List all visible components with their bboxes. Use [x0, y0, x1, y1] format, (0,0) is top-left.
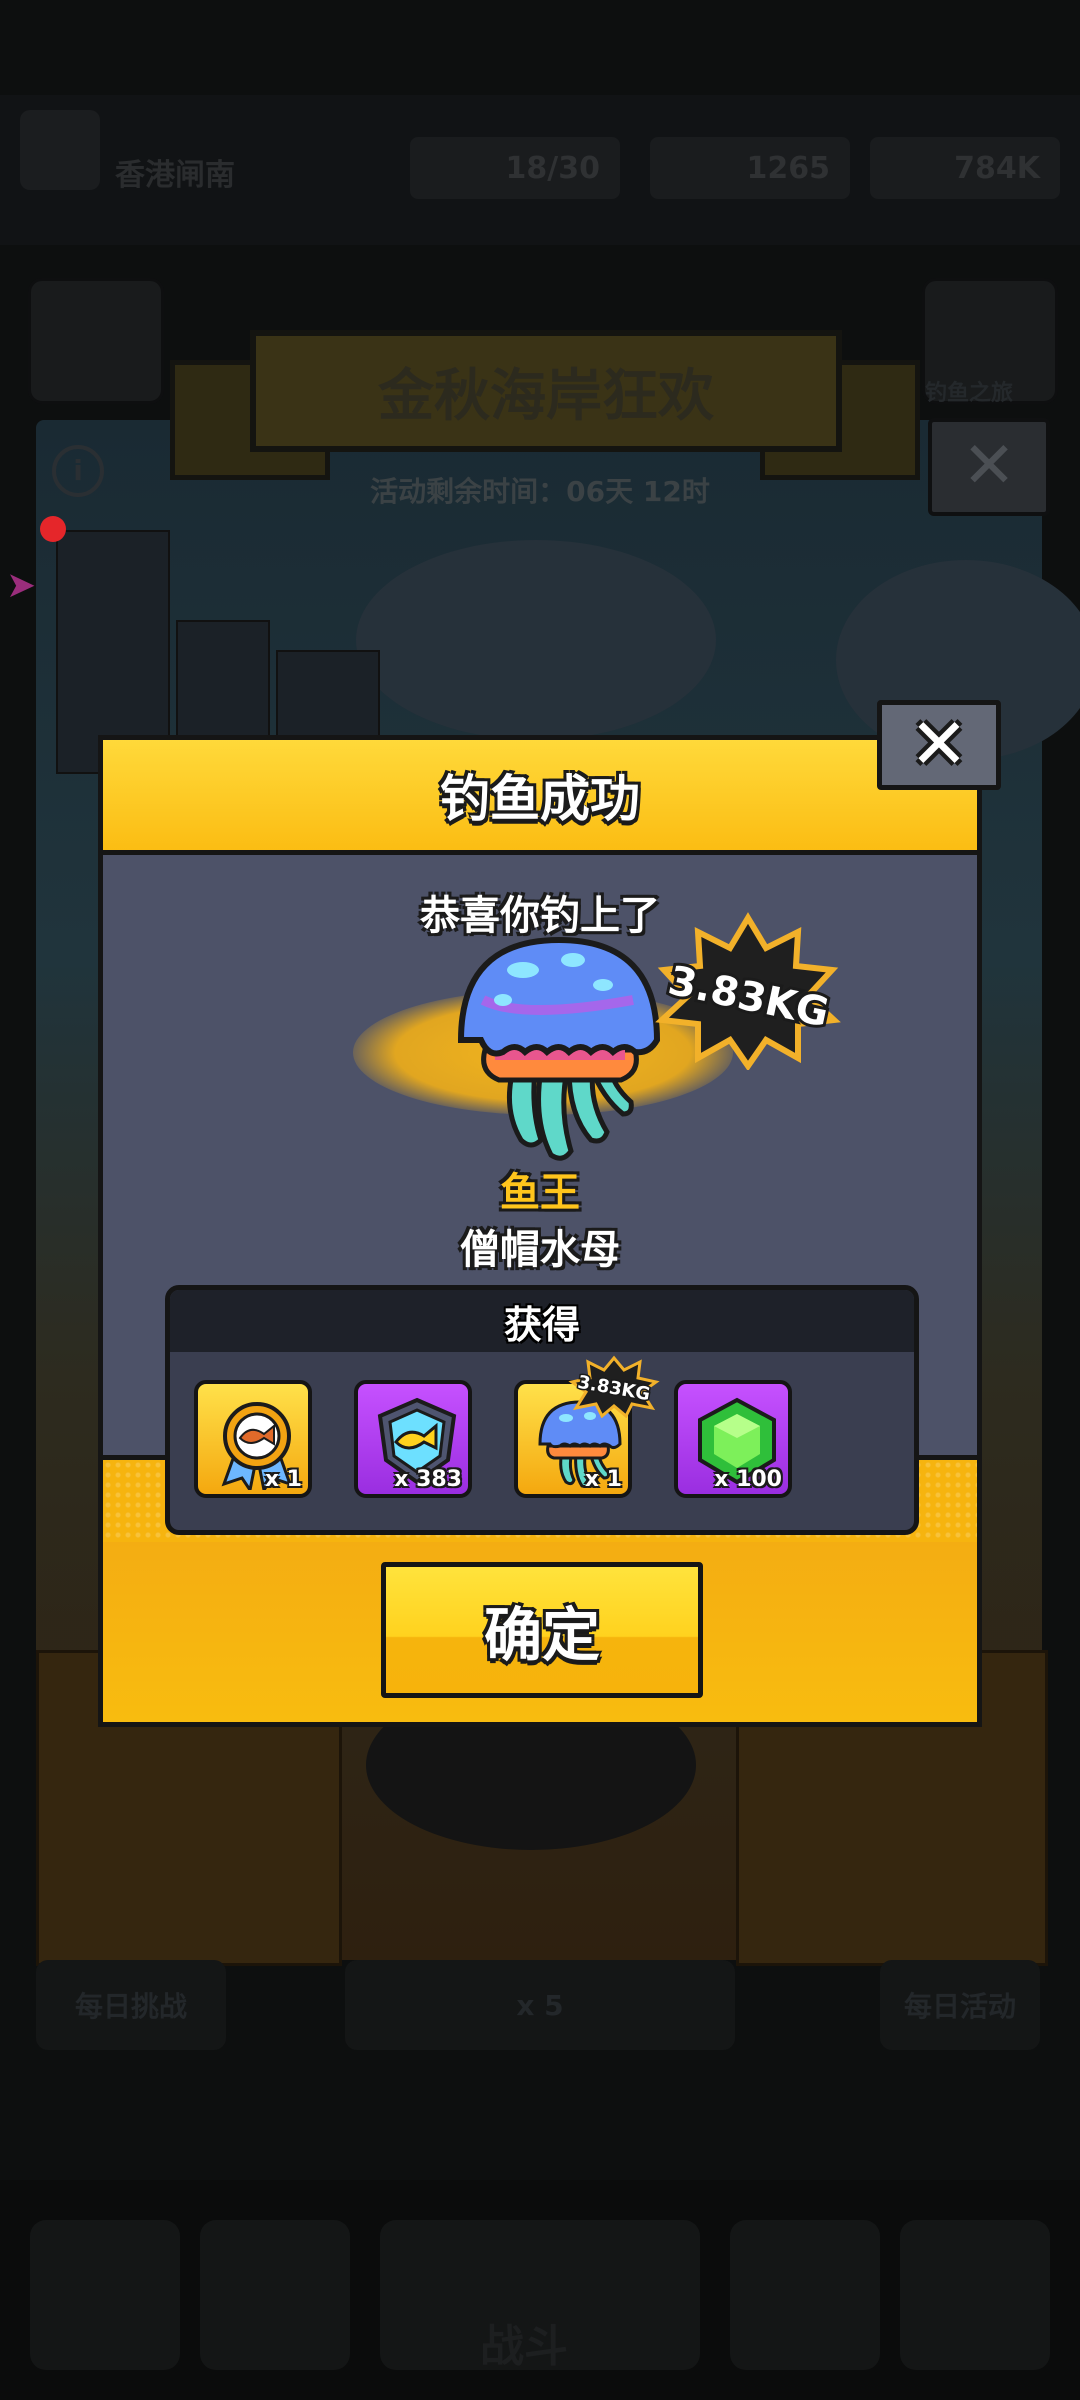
- dialog-header: 钓鱼成功: [103, 740, 977, 855]
- reward-count: x 1: [584, 1467, 622, 1492]
- daily-challenge-button[interactable]: 每日挑战: [36, 1960, 226, 2050]
- reward-item[interactable]: x 1: [194, 1380, 312, 1498]
- notification-dot: [40, 516, 66, 542]
- event-close-button[interactable]: ✕: [928, 418, 1050, 516]
- edge-arrow-icon[interactable]: ➤: [6, 565, 36, 606]
- fish-rank-label: 鱼王: [500, 1170, 580, 1216]
- event-timer: 活动剩余时间：06天 12时: [370, 475, 710, 508]
- dialog-close-button[interactable]: ✕: [877, 700, 1001, 790]
- menu-button[interactable]: [28, 278, 164, 404]
- cloud-shape: [356, 540, 716, 740]
- reward-item[interactable]: x 100: [674, 1380, 792, 1498]
- reward-count: x 383: [394, 1467, 462, 1492]
- bottom-navigation: 战斗: [0, 2180, 1080, 2400]
- event-banner: 金秋海岸狂欢: [250, 330, 842, 452]
- fish-counter: 1265: [650, 137, 850, 199]
- reward-item[interactable]: x 383: [354, 1380, 472, 1498]
- info-icon[interactable]: i: [52, 445, 104, 497]
- rewards-panel: 获得 x 1 x 383 3.83KG x 1 x 100: [165, 1285, 919, 1535]
- fish-name: 僧帽水母: [460, 1227, 620, 1273]
- player-avatar[interactable]: [20, 110, 100, 190]
- jellyfish-icon: [443, 930, 663, 1170]
- cast-count-button[interactable]: x 5: [345, 1960, 735, 2050]
- nav-battle-label: 战斗: [480, 2321, 568, 2372]
- nav-map[interactable]: [900, 2220, 1050, 2370]
- side-label: 钓鱼之旅: [925, 381, 1014, 406]
- nav-shop[interactable]: [30, 2220, 180, 2370]
- daily-event-button[interactable]: 每日活动: [880, 1960, 1040, 2050]
- weight-tag-badge: 3.83KG: [568, 1355, 660, 1418]
- catch-result-dialog: 钓鱼成功 恭喜你钓上了 3.83KG 鱼王 僧帽水母 获得 x 1 x 383 …: [98, 735, 982, 1727]
- confirm-button[interactable]: 确定: [381, 1562, 703, 1698]
- player-name: 香港闸南: [115, 158, 235, 193]
- reward-count: x 100: [714, 1467, 782, 1492]
- rewards-title: 获得: [170, 1290, 914, 1352]
- top-status-bar: 香港闸南 18/30 1265 784K: [0, 95, 1080, 245]
- weight-badge: 3.83KG: [648, 910, 848, 1072]
- reward-count: x 1: [264, 1467, 302, 1492]
- reward-item[interactable]: 3.83KG x 1: [514, 1355, 660, 1498]
- nav-equipment[interactable]: [200, 2220, 350, 2370]
- coin-counter: 784K: [870, 137, 1060, 199]
- nav-team[interactable]: [730, 2220, 880, 2370]
- level-counter: 18/30: [410, 137, 620, 199]
- dialog-title: 钓鱼成功: [440, 770, 640, 828]
